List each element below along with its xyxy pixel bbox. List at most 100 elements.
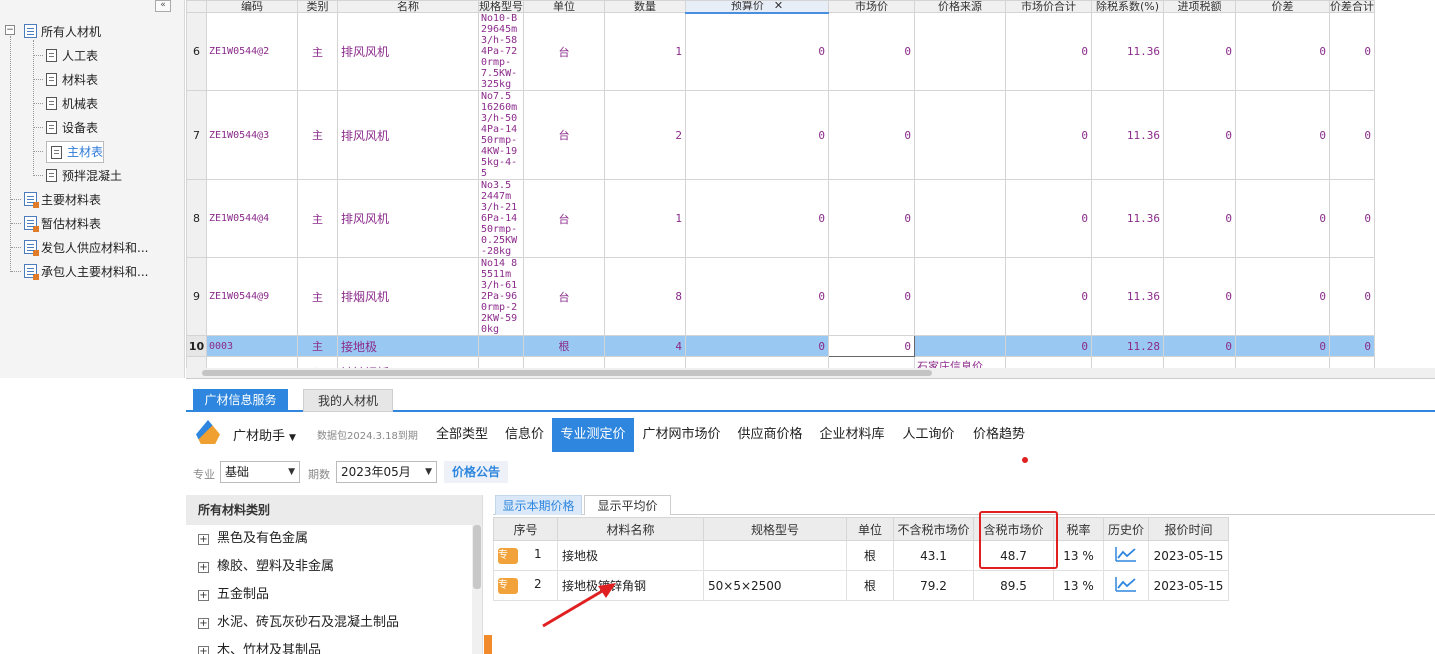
tree-node-root[interactable]: 所有人材机 <box>24 21 101 41</box>
cell-unit[interactable]: m2 <box>523 356 605 368</box>
expand-plus-icon[interactable]: + <box>198 645 209 654</box>
cell-market[interactable]: 0 <box>828 257 915 336</box>
expand-plus-icon[interactable]: + <box>198 617 209 629</box>
cell-src[interactable] <box>914 335 1006 357</box>
category-item[interactable]: + 木、竹材及其制品 <box>186 637 482 654</box>
nav-tab-5[interactable]: 供应商价格 <box>729 418 811 452</box>
cell-qty[interactable]: 0.7511 <box>604 356 686 368</box>
tree-group-1[interactable]: 主要材料表 <box>24 189 101 209</box>
nav-tab-7[interactable]: 人工询价 <box>893 418 964 452</box>
trend-chart-icon[interactable] <box>1115 546 1137 562</box>
cell-diff[interactable]: 0 <box>1235 257 1330 336</box>
cell-src[interactable]: 石家庄信息价(2023年05月) <box>914 356 1006 368</box>
column-header[interactable]: 价格来源 <box>914 0 1006 13</box>
cell-tax[interactable]: 11.28 <box>1091 356 1164 368</box>
cell-cat[interactable]: 主 <box>297 356 338 368</box>
cell-name[interactable]: 接地极 <box>337 335 479 357</box>
nav-tab-1[interactable]: 全部类型 <box>427 418 497 452</box>
table-row[interactable]: 11AB2W0051@1主镀锌钢板 δ0.6m20.751123.67923.6… <box>186 356 1375 368</box>
cell-spec[interactable]: No7.5 16260m3/h-504Pa-1450rmp-4KW-195kg-… <box>478 90 524 180</box>
cell-difftotal[interactable]: 0 <box>1329 257 1375 336</box>
cell-difftotal[interactable]: 0 <box>1329 90 1375 180</box>
tree-group-4[interactable]: 承包人主要材料和... <box>24 261 148 281</box>
cell-name[interactable]: 镀锌钢板 δ0.6 <box>337 356 479 368</box>
cell-qty[interactable]: 1 <box>604 12 686 91</box>
trend-chart-icon[interactable] <box>1115 576 1137 592</box>
cell-tax[interactable]: 11.36 <box>1091 179 1164 258</box>
tree-node-2[interactable]: 材料表 <box>46 69 98 89</box>
cell-intax[interactable]: 0 <box>1163 335 1236 357</box>
cell-total[interactable]: 0 <box>1005 12 1092 91</box>
cell-total[interactable]: 0 <box>1005 90 1092 180</box>
history-price[interactable] <box>1103 570 1149 601</box>
cell-unit[interactable]: 台 <box>523 12 605 91</box>
close-icon[interactable]: ✕ <box>774 2 783 11</box>
column-header[interactable]: 单位 <box>523 0 605 13</box>
cell-diff[interactable]: 0 <box>1235 335 1330 357</box>
cell-cat[interactable]: 主 <box>297 257 338 336</box>
column-header[interactable]: 规格型号 <box>478 0 524 13</box>
expand-plus-icon[interactable]: + <box>198 561 209 573</box>
cell-difftotal[interactable]: 0 <box>1329 356 1375 368</box>
horizontal-scrollbar[interactable] <box>186 368 1435 378</box>
tab-guangcai-service[interactable]: 广材信息服务 <box>193 389 288 412</box>
cell-intax[interactable]: 0 <box>1163 90 1236 180</box>
column-header[interactable]: 除税系数(%) <box>1091 0 1164 13</box>
cell-market[interactable]: 23.679 <box>828 356 915 368</box>
cell-unit[interactable]: 台 <box>523 179 605 258</box>
cell-difftotal[interactable]: 0 <box>1329 179 1375 258</box>
cell-src[interactable] <box>914 90 1006 180</box>
tree-node-3[interactable]: 机械表 <box>46 93 98 113</box>
table-row[interactable]: 10 0003 主接地极根 4 0 0 0 11.28 0 0 0 <box>186 335 1375 357</box>
cell-tax[interactable]: 11.36 <box>1091 90 1164 180</box>
nav-tab-4[interactable]: 广材网市场价 <box>634 418 729 452</box>
taxed-price[interactable]: 89.5 <box>973 570 1054 601</box>
table-row[interactable]: 6 ZE1W0544@2 主排风风机 No10-B 29645m3/h-584Pa-7… <box>186 12 1375 91</box>
cell-unit[interactable]: 台 <box>523 90 605 180</box>
cell-code[interactable]: ZE1W0544@2 <box>206 12 298 91</box>
category-item[interactable]: + 水泥、砖瓦灰砂石及混凝土制品 <box>186 609 482 637</box>
cell-spec[interactable] <box>478 335 524 357</box>
cell-code[interactable]: ZE1W0544@9 <box>206 257 298 336</box>
cell-tax[interactable]: 11.36 <box>1091 12 1164 91</box>
cell-qty[interactable]: 1 <box>604 179 686 258</box>
helper-dropdown[interactable]: 广材助手 ▼ <box>233 425 296 444</box>
nav-tab-3[interactable]: 专业测定价 <box>552 418 634 452</box>
cell-code[interactable]: ZE1W0544@3 <box>206 90 298 180</box>
period-select[interactable]: 2023年05月 ▼ <box>336 461 437 483</box>
nav-tab-8[interactable]: 价格趋势 <box>964 418 1034 452</box>
cell-market[interactable]: 0 <box>828 90 915 180</box>
cell-intax[interactable]: 0 <box>1163 12 1236 91</box>
column-header[interactable]: 市场价合计 <box>1005 0 1092 13</box>
tree-group-2[interactable]: 暂估材料表 <box>24 213 101 233</box>
category-item[interactable]: + 黑色及有色金属 <box>186 525 482 553</box>
cell-intax[interactable]: 2.01 <box>1163 356 1236 368</box>
cell-budget[interactable]: 0 <box>685 179 829 258</box>
column-header[interactable]: 市场价 <box>828 0 915 13</box>
cell-diff[interactable]: 0 <box>1235 179 1330 258</box>
cell-cat[interactable]: 主 <box>297 90 338 180</box>
cell-intax[interactable]: 0 <box>1163 179 1236 258</box>
cell-name[interactable]: 排风风机 <box>337 179 479 258</box>
cell-market[interactable]: 0 <box>828 335 915 357</box>
splitter-handle[interactable] <box>484 635 492 654</box>
cell-cat[interactable]: 主 <box>297 179 338 258</box>
taxed-price[interactable]: 48.7 <box>973 540 1054 571</box>
category-item[interactable]: + 橡胶、塑料及非金属 <box>186 553 482 581</box>
cell-budget[interactable]: 0 <box>685 335 829 357</box>
tab-average-price[interactable]: 显示平均价 <box>584 495 671 515</box>
cell-code[interactable]: AB2W0051@1 <box>206 356 298 368</box>
cell-market[interactable]: 0 <box>828 12 915 91</box>
column-header[interactable]: 类别 <box>297 0 338 13</box>
cell-unit[interactable]: 根 <box>523 335 605 357</box>
tab-my-resources[interactable]: 我的人材机 <box>303 389 393 412</box>
cell-spec[interactable]: No10-B 29645m3/h-584Pa-720rmp-7.5KW-325k… <box>478 12 524 91</box>
cell-tax[interactable]: 11.28 <box>1091 335 1164 357</box>
cell-qty[interactable]: 4 <box>604 335 686 357</box>
cell-total[interactable]: 17.79 <box>1005 356 1092 368</box>
scrollbar-thumb[interactable] <box>202 370 932 376</box>
cell-difftotal[interactable]: 0 <box>1329 12 1375 91</box>
cell-qty[interactable]: 2 <box>604 90 686 180</box>
tree-node-4[interactable]: 设备表 <box>46 117 98 137</box>
table-row[interactable]: 9 ZE1W0544@9 主排烟风机 No14 85511m3/h-612Pa-960… <box>186 257 1375 336</box>
